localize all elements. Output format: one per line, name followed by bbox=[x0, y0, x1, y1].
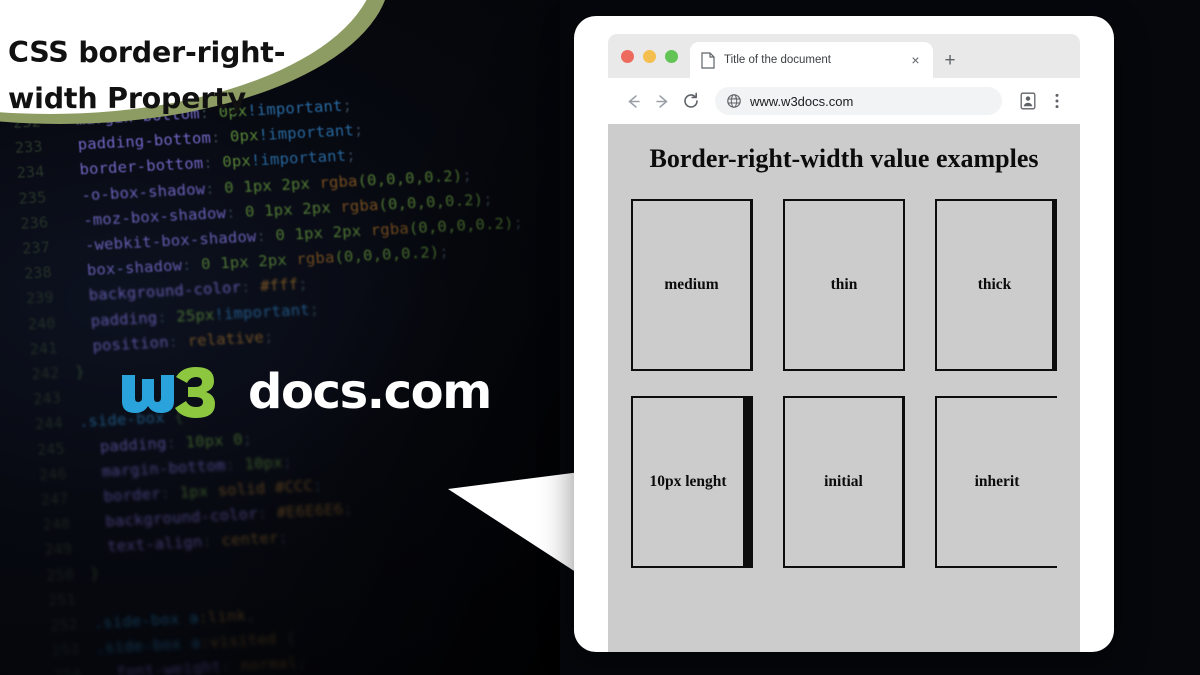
close-window-button[interactable] bbox=[621, 50, 634, 63]
code-line-number: 243 bbox=[32, 389, 62, 409]
demo-box-row-2: 10px lenght initial inherit bbox=[618, 396, 1070, 568]
code-line-number: 233 bbox=[14, 137, 44, 158]
document-icon bbox=[701, 51, 715, 69]
browser-tab-bar: Title of the document × + bbox=[608, 34, 1080, 78]
page-viewport: Border-right-width value examples medium… bbox=[608, 124, 1080, 652]
code-line-number: 251 bbox=[47, 590, 77, 610]
code-line-number: 236 bbox=[19, 213, 49, 233]
arrow-left-icon[interactable] bbox=[620, 88, 646, 114]
code-line-number: 249 bbox=[43, 539, 73, 560]
new-tab-button[interactable]: + bbox=[933, 42, 967, 78]
code-line-number: 247 bbox=[40, 489, 70, 510]
address-bar[interactable]: www.w3docs.com bbox=[715, 87, 1002, 115]
code-line-number: 235 bbox=[18, 187, 48, 208]
demo-box-label: initial bbox=[824, 473, 863, 490]
code-line-number: 239 bbox=[25, 288, 55, 308]
address-bar-url: www.w3docs.com bbox=[750, 93, 854, 109]
browser-tab-title: Title of the document bbox=[724, 54, 831, 66]
code-line-number: 248 bbox=[42, 514, 72, 535]
demo-box-label: inherit bbox=[974, 473, 1020, 490]
screenshot-stage: 232 margin-bottom: 0px!important;233 pad… bbox=[0, 0, 1200, 675]
demo-box-label: 10px lenght bbox=[649, 473, 727, 490]
page-title: CSS border-right- width Property bbox=[8, 30, 338, 122]
save-card-icon[interactable] bbox=[1015, 88, 1041, 114]
demo-box-thick: thick bbox=[935, 199, 1057, 371]
page-title-line-1: CSS border-right- bbox=[8, 36, 286, 69]
code-line-text: } bbox=[74, 362, 86, 382]
code-line-number: 252 bbox=[49, 615, 79, 635]
code-line-number: 240 bbox=[27, 313, 57, 334]
code-line-number: 241 bbox=[29, 338, 59, 359]
demo-box-row-1: medium thin thick bbox=[618, 199, 1070, 371]
browser-chrome: Title of the document × + www.w3docs.com bbox=[608, 34, 1080, 124]
demo-box-label: thick bbox=[977, 276, 1012, 293]
close-tab-icon[interactable]: × bbox=[907, 52, 924, 69]
code-line-number: 242 bbox=[30, 363, 60, 384]
page-heading: Border-right-width value examples bbox=[649, 144, 1039, 173]
code-line-number: 254 bbox=[35, 662, 99, 675]
demo-box-medium: medium bbox=[631, 199, 753, 371]
code-line-text: } bbox=[89, 563, 101, 583]
demo-box-label: medium bbox=[664, 276, 719, 293]
globe-icon bbox=[727, 94, 741, 108]
demo-box-label: thin bbox=[830, 276, 858, 293]
window-traffic-lights bbox=[608, 50, 690, 78]
reload-icon[interactable] bbox=[678, 88, 704, 114]
three-dot-menu-icon[interactable] bbox=[1044, 88, 1070, 114]
browser-tab[interactable]: Title of the document × bbox=[690, 42, 933, 78]
minimize-window-button[interactable] bbox=[643, 50, 656, 63]
demo-box-thin: thin bbox=[783, 199, 905, 371]
page-title-line-2: width Property bbox=[8, 82, 247, 115]
maximize-window-button[interactable] bbox=[665, 50, 678, 63]
demo-box-inherit: inherit bbox=[935, 396, 1057, 568]
demo-box-10px-length: 10px lenght bbox=[631, 396, 753, 568]
speech-bubble-tail bbox=[448, 471, 588, 580]
w3docs-logo: docs.com bbox=[118, 358, 492, 426]
code-line-number: 238 bbox=[23, 263, 53, 283]
demo-box-initial: initial bbox=[783, 396, 905, 568]
browser-toolbar: www.w3docs.com bbox=[608, 78, 1080, 124]
arrow-right-icon[interactable] bbox=[649, 88, 675, 114]
w3docs-logo-text: docs.com bbox=[248, 364, 492, 420]
code-line-number: 253 bbox=[51, 640, 81, 660]
code-line-number: 237 bbox=[21, 238, 51, 258]
code-line-number: 245 bbox=[36, 439, 66, 459]
browser-window-card: Title of the document × + www.w3docs.com… bbox=[574, 16, 1114, 652]
w3docs-logo-mark bbox=[122, 367, 215, 418]
code-line-number: 234 bbox=[16, 162, 46, 183]
code-line-number: 244 bbox=[34, 414, 64, 434]
code-line-number: 246 bbox=[38, 464, 68, 484]
code-line-number: 250 bbox=[45, 565, 75, 585]
